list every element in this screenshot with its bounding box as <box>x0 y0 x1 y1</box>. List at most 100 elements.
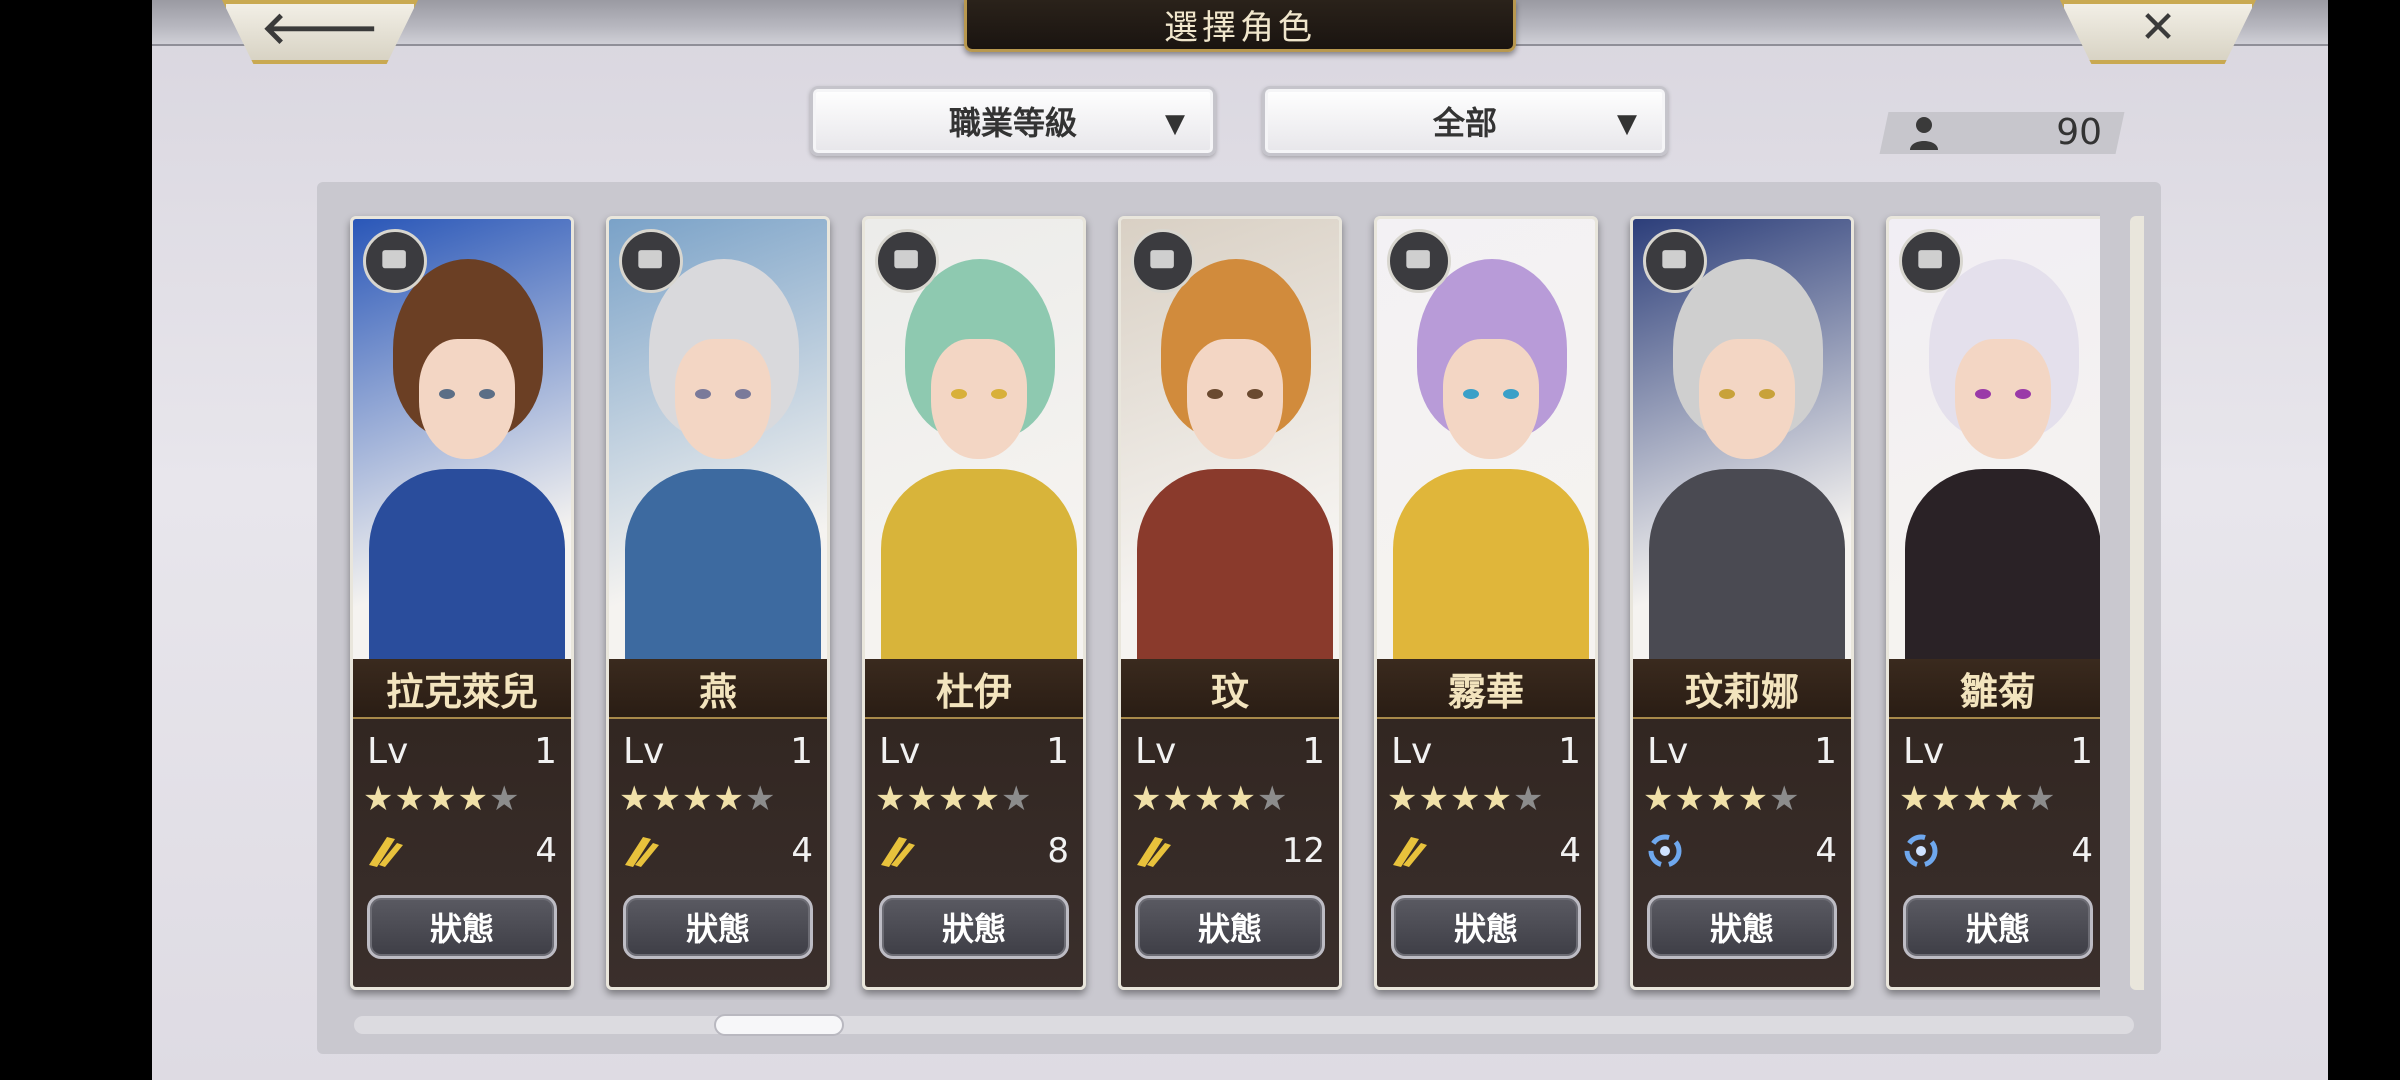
character-eye <box>2015 389 2031 399</box>
star-icon: ★ <box>681 779 714 819</box>
star-icon: ★ <box>425 779 458 819</box>
rarity-stars: ★★★★★ <box>619 779 776 819</box>
character-face <box>1443 339 1539 459</box>
fist-icon <box>619 229 683 293</box>
character-eye <box>1207 389 1223 399</box>
character-eye <box>439 389 455 399</box>
element-row: 4 <box>353 827 571 877</box>
star-icon: ★ <box>1256 779 1289 819</box>
level-label: Lv <box>1903 731 1945 772</box>
character-face <box>1187 339 1283 459</box>
element-count: 4 <box>535 831 557 871</box>
arrow-left-icon: 🡐 <box>261 3 379 54</box>
character-name: 玟莉娜 <box>1633 659 1851 719</box>
partial-card-edge <box>2130 216 2144 990</box>
star-icon: ★ <box>744 779 777 819</box>
character-face <box>675 339 771 459</box>
level-row: Lv 1 <box>1889 731 2100 775</box>
element-row: 4 <box>1377 827 1595 877</box>
level-label: Lv <box>623 731 665 772</box>
star-icon: ★ <box>1418 779 1450 819</box>
star-icon: ★ <box>937 779 970 819</box>
card-info: 霧華 Lv 1 ★★★★★ 4 狀態 <box>1377 659 1595 987</box>
character-card[interactable]: 玟 Lv 1 ★★★★★ 12 狀態 <box>1118 216 1342 990</box>
wind-icon <box>1137 837 1171 867</box>
status-button[interactable]: 狀態 <box>367 895 557 959</box>
star-icon: ★ <box>1643 779 1675 819</box>
star-icon: ★ <box>1387 779 1419 819</box>
status-button[interactable]: 狀態 <box>1647 895 1837 959</box>
character-face <box>1955 339 2051 459</box>
card-info: 玟莉娜 Lv 1 ★★★★★ 4 狀態 <box>1633 659 1851 987</box>
character-card[interactable]: 玟莉娜 Lv 1 ★★★★★ 4 狀態 <box>1630 216 1854 990</box>
wind-icon <box>369 837 403 867</box>
element-count: 8 <box>1047 831 1069 871</box>
star-icon: ★ <box>650 779 682 819</box>
star-icon: ★ <box>488 779 521 819</box>
star-icon: ★ <box>1512 779 1545 819</box>
level-value: 1 <box>534 731 557 772</box>
star-icon: ★ <box>1225 779 1257 819</box>
wind-icon <box>625 837 659 867</box>
star-icon: ★ <box>457 779 489 819</box>
horizontal-scrollbar-track[interactable] <box>354 1016 2134 1034</box>
character-portrait <box>1377 219 1595 669</box>
water-icon <box>1904 834 1938 868</box>
wind-icon <box>1393 837 1427 867</box>
character-card[interactable]: 杜伊 Lv 1 ★★★★★ 8 狀態 <box>862 216 1086 990</box>
level-row: Lv 1 <box>865 731 1083 775</box>
character-name: 拉克萊兒 <box>353 659 571 719</box>
level-value: 1 <box>1046 731 1069 772</box>
filter-scope-dropdown[interactable]: 全部 ▼ <box>1262 86 1668 156</box>
character-name: 雛菊 <box>1889 659 2100 719</box>
card-info: 雛菊 Lv 1 ★★★★★ 4 狀態 <box>1889 659 2100 987</box>
water-icon <box>1648 834 1682 868</box>
status-button[interactable]: 狀態 <box>623 895 813 959</box>
horizontal-scrollbar-thumb[interactable] <box>714 1014 844 1036</box>
star-icon: ★ <box>1131 779 1163 819</box>
level-value: 1 <box>790 731 813 772</box>
element-count: 4 <box>2071 831 2093 871</box>
star-icon: ★ <box>969 779 1001 819</box>
character-card[interactable]: 霧華 Lv 1 ★★★★★ 4 狀態 <box>1374 216 1598 990</box>
star-icon: ★ <box>1930 779 1962 819</box>
back-button[interactable]: 🡐 <box>222 0 418 64</box>
star-icon: ★ <box>363 779 395 819</box>
character-card[interactable]: 拉克萊兒 Lv 1 ★★★★★ 4 狀態 <box>350 216 574 990</box>
status-button[interactable]: 狀態 <box>879 895 1069 959</box>
character-card[interactable]: 雛菊 Lv 1 ★★★★★ 4 狀態 <box>1886 216 2100 990</box>
wind-icon <box>881 837 915 867</box>
level-row: Lv 1 <box>353 731 571 775</box>
status-button[interactable]: 狀態 <box>1903 895 2093 959</box>
dropdown-value: 職業等級 <box>948 104 1077 142</box>
star-icon: ★ <box>906 779 938 819</box>
element-row: 12 <box>1121 827 1339 877</box>
element-count: 4 <box>1815 831 1837 871</box>
star-icon: ★ <box>1193 779 1226 819</box>
character-face <box>1699 339 1795 459</box>
star-icon: ★ <box>1961 779 1994 819</box>
level-value: 1 <box>2070 731 2093 772</box>
level-row: Lv 1 <box>609 731 827 775</box>
close-button[interactable]: ✕ <box>2060 0 2256 64</box>
character-outfit <box>1905 469 2100 669</box>
status-button[interactable]: 狀態 <box>1391 895 1581 959</box>
close-x-icon: ✕ <box>2139 1 2177 53</box>
star-icon: ★ <box>2024 779 2057 819</box>
status-button[interactable]: 狀態 <box>1135 895 1325 959</box>
job-level-sort-dropdown[interactable]: 職業等級 ▼ <box>810 86 1216 156</box>
hammer-icon <box>1899 229 1963 293</box>
character-name: 杜伊 <box>865 659 1083 719</box>
character-face <box>931 339 1027 459</box>
rarity-stars: ★★★★★ <box>1899 779 2056 819</box>
character-card[interactable]: 燕 Lv 1 ★★★★★ 4 狀態 <box>606 216 830 990</box>
star-icon: ★ <box>1481 779 1513 819</box>
rarity-stars: ★★★★★ <box>1643 779 1800 819</box>
bow-icon <box>363 229 427 293</box>
character-outfit <box>881 469 1077 669</box>
screen-title: 選擇角色 <box>964 0 1516 52</box>
person-icon <box>1910 117 1938 150</box>
fist-icon <box>875 229 939 293</box>
character-eye <box>1759 389 1775 399</box>
card-info: 玟 Lv 1 ★★★★★ 12 狀態 <box>1121 659 1339 987</box>
